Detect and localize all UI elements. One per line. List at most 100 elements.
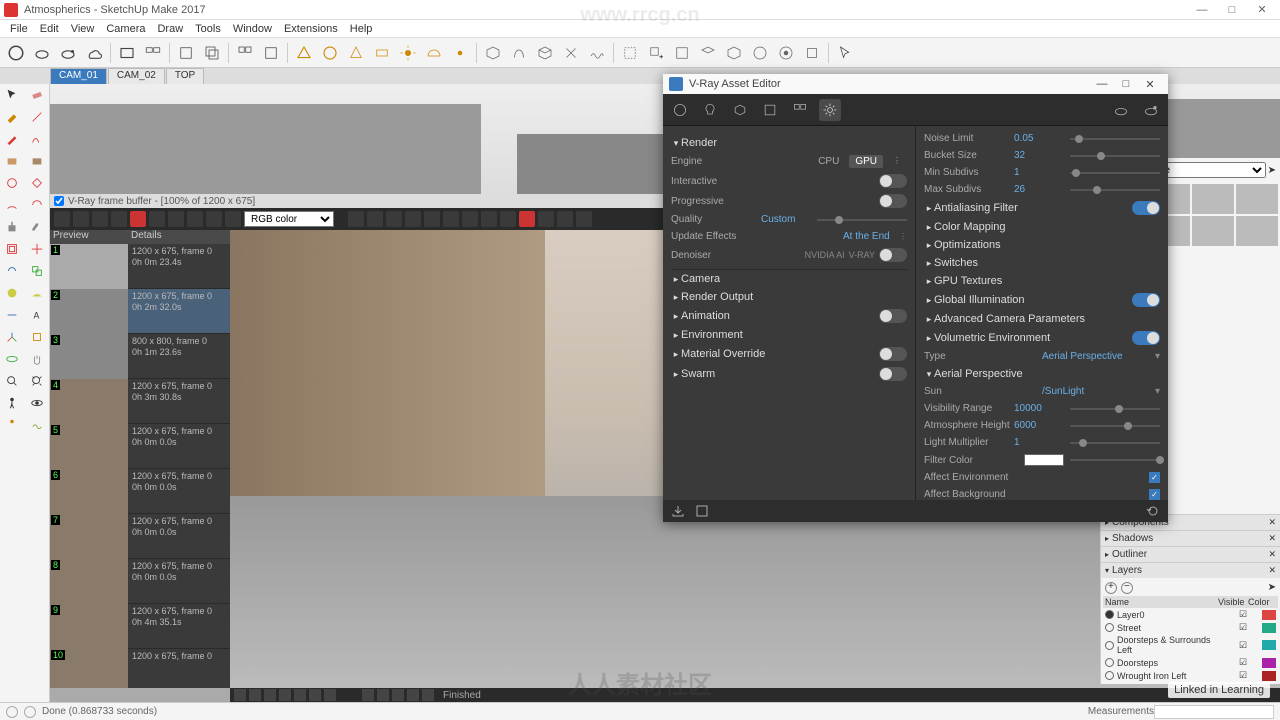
material-arrow-icon[interactable]: ➤ — [1268, 165, 1276, 176]
menu-window[interactable]: Window — [227, 23, 278, 35]
layer-menu-icon[interactable]: ➤ — [1268, 582, 1276, 594]
freehand-tool-icon[interactable] — [25, 128, 50, 150]
ae-tab-materials-icon[interactable] — [669, 99, 691, 121]
vray-asset-icon[interactable] — [233, 41, 257, 65]
vray-teapot2-icon[interactable] — [56, 41, 80, 65]
vfb-bch-icon[interactable] — [405, 211, 421, 227]
measurements-input[interactable] — [1154, 705, 1274, 719]
vfb-st10-icon[interactable] — [392, 689, 404, 701]
menu-extensions[interactable]: Extensions — [278, 23, 344, 35]
ae-affenv-checkbox[interactable]: ✓ — [1149, 472, 1160, 483]
ae-section-color-mapping[interactable]: ▸Color Mapping — [924, 218, 1160, 236]
ae-affbg-checkbox[interactable]: ✓ — [1149, 489, 1160, 500]
proxy-icon[interactable] — [481, 41, 505, 65]
edit2-icon[interactable] — [696, 41, 720, 65]
paint-tool-icon[interactable] — [0, 106, 25, 128]
displacement-icon[interactable] — [585, 41, 609, 65]
history-item[interactable]: 101200 x 675, frame 0 — [50, 649, 230, 688]
vfb-f8-icon[interactable] — [576, 211, 592, 227]
vray-teapot-icon[interactable] — [30, 41, 54, 65]
panel-outliner[interactable]: ▸Outliner✕ — [1101, 547, 1280, 562]
vfb-channel-select[interactable]: RGB color — [244, 211, 334, 227]
ae-progressive-toggle[interactable] — [879, 194, 907, 208]
vfb-st5-icon[interactable] — [294, 689, 306, 701]
ae-reset-icon[interactable] — [1146, 504, 1160, 518]
rotate-tool-icon[interactable] — [0, 260, 25, 282]
vray-cloud-icon[interactable] — [82, 41, 106, 65]
close-button[interactable]: ✕ — [1248, 2, 1276, 18]
orbit-tool-icon[interactable] — [0, 348, 25, 370]
ae-tab-lights-icon[interactable] — [699, 99, 721, 121]
ae-close-button[interactable]: ✕ — [1138, 78, 1162, 91]
vfb-r-icon[interactable] — [367, 211, 383, 227]
vfb-st2-icon[interactable] — [249, 689, 261, 701]
history-item[interactable]: 51200 x 675, frame 00h 0m 0.0s — [50, 424, 230, 469]
axes-tool-icon[interactable] — [0, 326, 25, 348]
vfb-f5-icon[interactable] — [519, 211, 535, 227]
ae-section-global-illumination[interactable]: ▸Global Illumination — [924, 290, 1160, 310]
ae-render-button-icon[interactable] — [1110, 99, 1132, 121]
look-tool-icon[interactable] — [25, 392, 50, 414]
vfb-g-icon[interactable] — [386, 211, 402, 227]
scale-tool-icon[interactable] — [25, 260, 50, 282]
poly-tool-icon[interactable] — [25, 172, 50, 194]
vfb-st3-icon[interactable] — [264, 689, 276, 701]
sandbox-tool-icon[interactable] — [25, 414, 50, 436]
ae-atmos-value[interactable]: 6000 — [1014, 420, 1070, 431]
ae-section-volumetric-environment[interactable]: ▸Volumetric Environment — [924, 328, 1160, 348]
vfb-st11-icon[interactable] — [407, 689, 419, 701]
mat-swatch[interactable] — [1236, 184, 1278, 214]
pointer-icon[interactable] — [833, 41, 857, 65]
scene-tab-top[interactable]: TOP — [166, 68, 204, 84]
vfb-checkbox[interactable] — [54, 196, 64, 206]
vfb-f6-icon[interactable] — [538, 211, 554, 227]
text-tool-icon[interactable]: A — [25, 304, 50, 326]
history-item[interactable]: 41200 x 675, frame 00h 3m 30.8s — [50, 379, 230, 424]
ae-swarm-section[interactable]: ▸Swarm — [671, 364, 907, 384]
history-item[interactable]: 21200 x 675, frame 00h 2m 32.0s — [50, 289, 230, 334]
panel-layers[interactable]: ▾Layers✕ — [1101, 563, 1280, 578]
layer-row[interactable]: Street☑ — [1103, 621, 1278, 634]
ae-toggle-global-illumination[interactable] — [1132, 293, 1160, 307]
shape-circle-icon[interactable] — [318, 41, 342, 65]
ae-noiselimit-slider[interactable] — [1070, 138, 1160, 140]
vray-export-icon[interactable] — [259, 41, 283, 65]
light-dome-icon[interactable] — [422, 41, 446, 65]
vfb-st1-icon[interactable] — [234, 689, 246, 701]
vfb-save-icon[interactable] — [73, 211, 89, 227]
shape-poly-icon[interactable] — [292, 41, 316, 65]
ae-tab-textures-icon[interactable] — [789, 99, 811, 121]
ae-camera-section[interactable]: ▸Camera — [671, 270, 907, 288]
menu-view[interactable]: View — [65, 23, 101, 35]
section-tool-icon[interactable] — [25, 326, 50, 348]
ae-visibility-value[interactable]: 10000 — [1014, 403, 1070, 414]
light-omni-icon[interactable] — [448, 41, 472, 65]
ae-denoiser-nvidia[interactable]: NVIDIA AI — [805, 250, 845, 260]
ae-gpu-menu-icon[interactable]: ⋮ — [887, 155, 907, 168]
ae-titlebar[interactable]: V-Ray Asset Editor — □ ✕ — [663, 74, 1168, 94]
ae-lightmult-slider[interactable] — [1070, 442, 1160, 444]
vfb-st8-icon[interactable] — [362, 689, 374, 701]
rect-tool-icon[interactable] — [0, 150, 25, 172]
ae-minsubdivs-value[interactable]: 1 — [1014, 167, 1070, 178]
vfb-d-icon[interactable] — [206, 211, 222, 227]
ae-sun-select[interactable]: /SunLight — [1042, 386, 1160, 397]
layer-row[interactable]: Wrought Iron Left☑ — [1103, 669, 1278, 682]
ae-section-switches[interactable]: ▸Switches — [924, 254, 1160, 272]
vfb-f1-icon[interactable] — [443, 211, 459, 227]
ae-import-icon[interactable] — [671, 504, 685, 518]
ae-denoiser-vray[interactable]: V-RAY — [849, 250, 875, 260]
vfb-c-icon[interactable] — [187, 211, 203, 227]
eraser-tool-icon[interactable] — [25, 84, 50, 106]
ae-atmos-slider[interactable] — [1070, 425, 1160, 427]
ae-quality-value[interactable]: Custom — [761, 214, 817, 225]
ae-render-interactive-icon[interactable] — [1140, 99, 1162, 121]
mat-swatch[interactable] — [1192, 216, 1234, 246]
ae-section-advanced-camera-parameters[interactable]: ▸Advanced Camera Parameters — [924, 310, 1160, 328]
layer-remove-icon[interactable]: − — [1121, 582, 1133, 594]
ae-visibility-slider[interactable] — [1070, 408, 1160, 410]
ae-render-section[interactable]: ▾Render — [671, 134, 907, 152]
menu-draw[interactable]: Draw — [151, 23, 189, 35]
ae-filtercolor-slider[interactable] — [1070, 459, 1160, 461]
edit1-icon[interactable] — [670, 41, 694, 65]
